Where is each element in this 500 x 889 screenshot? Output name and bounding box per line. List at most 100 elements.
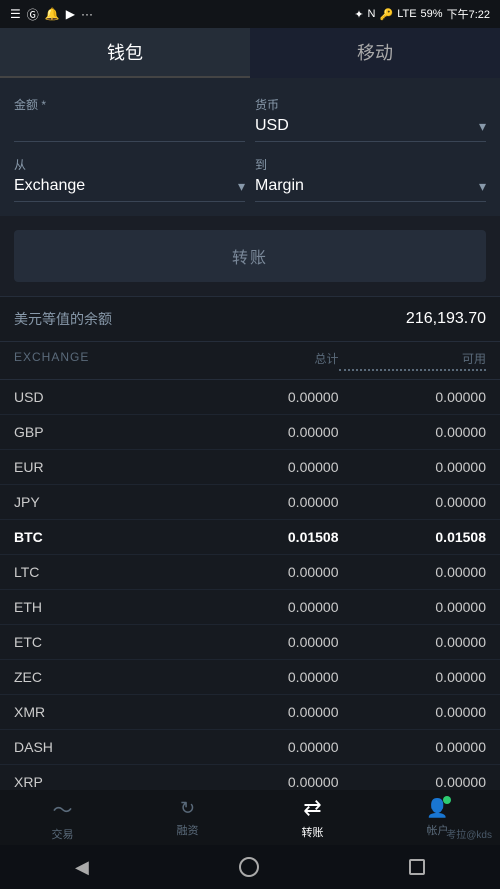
recents-button[interactable] bbox=[409, 859, 425, 875]
android-bar: ◀ bbox=[0, 845, 500, 889]
table-body: USD 0.00000 0.00000 GBP 0.00000 0.00000 … bbox=[0, 380, 500, 800]
transfer-btn-wrap: 转账 bbox=[0, 216, 500, 296]
funding-label: 融资 bbox=[177, 822, 199, 838]
table-row: LTC 0.00000 0.00000 bbox=[0, 555, 500, 590]
table-row: DASH 0.00000 0.00000 bbox=[0, 730, 500, 765]
td-total-JPY: 0.00000 bbox=[191, 494, 339, 510]
td-total-GBP: 0.00000 bbox=[191, 424, 339, 440]
td-total-BTC: 0.01508 bbox=[191, 529, 339, 545]
td-currency-XMR: XMR bbox=[14, 704, 191, 720]
amount-input[interactable] bbox=[14, 117, 245, 142]
td-available-JPY: 0.00000 bbox=[339, 494, 487, 510]
td-total-ZEC: 0.00000 bbox=[191, 669, 339, 685]
td-available-GBP: 0.00000 bbox=[339, 424, 487, 440]
th-available: 可用 bbox=[339, 350, 487, 371]
from-chevron-icon: ▾ bbox=[238, 178, 245, 195]
td-currency-ETC: ETC bbox=[14, 634, 191, 650]
tab-wallet[interactable]: 钱包 bbox=[0, 28, 250, 78]
td-available-XRP: 0.00000 bbox=[339, 774, 487, 790]
td-available-EUR: 0.00000 bbox=[339, 459, 487, 475]
time-text: 下午7:22 bbox=[447, 6, 490, 22]
to-chevron-icon: ▾ bbox=[479, 178, 486, 195]
play-icon: ▶ bbox=[66, 7, 75, 21]
currency-value: USD bbox=[255, 117, 289, 135]
td-total-EUR: 0.00000 bbox=[191, 459, 339, 475]
td-currency-USD: USD bbox=[14, 389, 191, 405]
battery-text: 59% bbox=[421, 8, 443, 20]
td-available-BTC: 0.01508 bbox=[339, 529, 487, 545]
table-row: BTC 0.01508 0.01508 bbox=[0, 520, 500, 555]
account-label: 帐户 bbox=[427, 822, 449, 838]
table-row: GBP 0.00000 0.00000 bbox=[0, 415, 500, 450]
from-group: 从 Exchange ▾ bbox=[14, 156, 245, 202]
td-available-DASH: 0.00000 bbox=[339, 739, 487, 755]
account-online-dot bbox=[443, 796, 451, 804]
transfer-label: 转账 bbox=[302, 824, 324, 840]
menu-icon: ☰ bbox=[10, 7, 21, 21]
table-row: JPY 0.00000 0.00000 bbox=[0, 485, 500, 520]
td-currency-ETH: ETH bbox=[14, 599, 191, 615]
balance-label: 美元等值的余额 bbox=[14, 309, 112, 329]
bluetooth-icon: ✦ bbox=[354, 8, 363, 21]
td-available-XMR: 0.00000 bbox=[339, 704, 487, 720]
to-select[interactable]: Margin ▾ bbox=[255, 177, 486, 202]
th-exchange: EXCHANGE bbox=[14, 350, 191, 371]
td-available-ZEC: 0.00000 bbox=[339, 669, 487, 685]
td-currency-BTC: BTC bbox=[14, 529, 191, 545]
home-button[interactable] bbox=[239, 857, 259, 877]
nav-transfer[interactable]: ⇄ 转账 bbox=[250, 795, 375, 840]
td-available-ETC: 0.00000 bbox=[339, 634, 487, 650]
td-total-DASH: 0.00000 bbox=[191, 739, 339, 755]
td-total-USD: 0.00000 bbox=[191, 389, 339, 405]
form-row-2: 从 Exchange ▾ 到 Margin ▾ bbox=[14, 156, 486, 202]
nav-trading[interactable]: 〜 交易 bbox=[0, 794, 125, 842]
td-available-USD: 0.00000 bbox=[339, 389, 487, 405]
table-row: ZEC 0.00000 0.00000 bbox=[0, 660, 500, 695]
amount-group: 金额 * bbox=[14, 96, 245, 142]
watermark: 考拉@kds bbox=[446, 826, 492, 841]
td-total-ETC: 0.00000 bbox=[191, 634, 339, 650]
bell-icon: 🔔 bbox=[45, 7, 60, 21]
transfer-button[interactable]: 转账 bbox=[14, 230, 486, 282]
to-label: 到 bbox=[255, 156, 486, 173]
tab-mobile[interactable]: 移动 bbox=[250, 28, 500, 78]
currency-chevron-icon: ▾ bbox=[479, 118, 486, 135]
from-label: 从 bbox=[14, 156, 245, 173]
td-available-LTC: 0.00000 bbox=[339, 564, 487, 580]
td-total-XMR: 0.00000 bbox=[191, 704, 339, 720]
td-total-XRP: 0.00000 bbox=[191, 774, 339, 790]
th-total: 总计 bbox=[191, 350, 339, 371]
trading-label: 交易 bbox=[52, 826, 74, 842]
from-select[interactable]: Exchange ▾ bbox=[14, 177, 245, 202]
top-tabs: 钱包 移动 bbox=[0, 28, 500, 78]
td-currency-XRP: XRP bbox=[14, 774, 191, 790]
td-currency-GBP: GBP bbox=[14, 424, 191, 440]
table-row: ETC 0.00000 0.00000 bbox=[0, 625, 500, 660]
table-header: EXCHANGE 总计 可用 bbox=[0, 342, 500, 380]
td-currency-ZEC: ZEC bbox=[14, 669, 191, 685]
amount-label: 金额 * bbox=[14, 96, 245, 113]
balance-section: 美元等值的余额 216,193.70 bbox=[0, 296, 500, 342]
nav-funding[interactable]: ↻ 融资 bbox=[125, 798, 250, 838]
key-icon: 🔑 bbox=[379, 8, 393, 21]
td-available-ETH: 0.00000 bbox=[339, 599, 487, 615]
from-value: Exchange bbox=[14, 177, 85, 195]
back-button[interactable]: ◀ bbox=[75, 857, 89, 878]
table-row: XMR 0.00000 0.00000 bbox=[0, 695, 500, 730]
currency-label: 货币 bbox=[255, 96, 486, 113]
trading-icon: 〜 bbox=[53, 794, 73, 823]
signal-text: LTE bbox=[397, 8, 416, 20]
transfer-icon: ⇄ bbox=[303, 795, 321, 821]
form-section: 金额 * 货币 USD ▾ 从 Exchange ▾ 到 Margin ▾ bbox=[0, 78, 500, 216]
table-row: ETH 0.00000 0.00000 bbox=[0, 590, 500, 625]
balance-value: 216,193.70 bbox=[406, 310, 486, 328]
app-icon: Ⓖ bbox=[27, 6, 39, 23]
bottom-nav: 〜 交易 ↻ 融资 ⇄ 转账 👤 帐户 bbox=[0, 790, 500, 845]
currency-select[interactable]: USD ▾ bbox=[255, 117, 486, 142]
status-right-icons: ✦ N 🔑 LTE 59% 下午7:22 bbox=[354, 6, 490, 22]
currency-group: 货币 USD ▾ bbox=[255, 96, 486, 142]
td-currency-JPY: JPY bbox=[14, 494, 191, 510]
to-value: Margin bbox=[255, 177, 304, 195]
td-currency-EUR: EUR bbox=[14, 459, 191, 475]
form-row-1: 金额 * 货币 USD ▾ bbox=[14, 96, 486, 142]
